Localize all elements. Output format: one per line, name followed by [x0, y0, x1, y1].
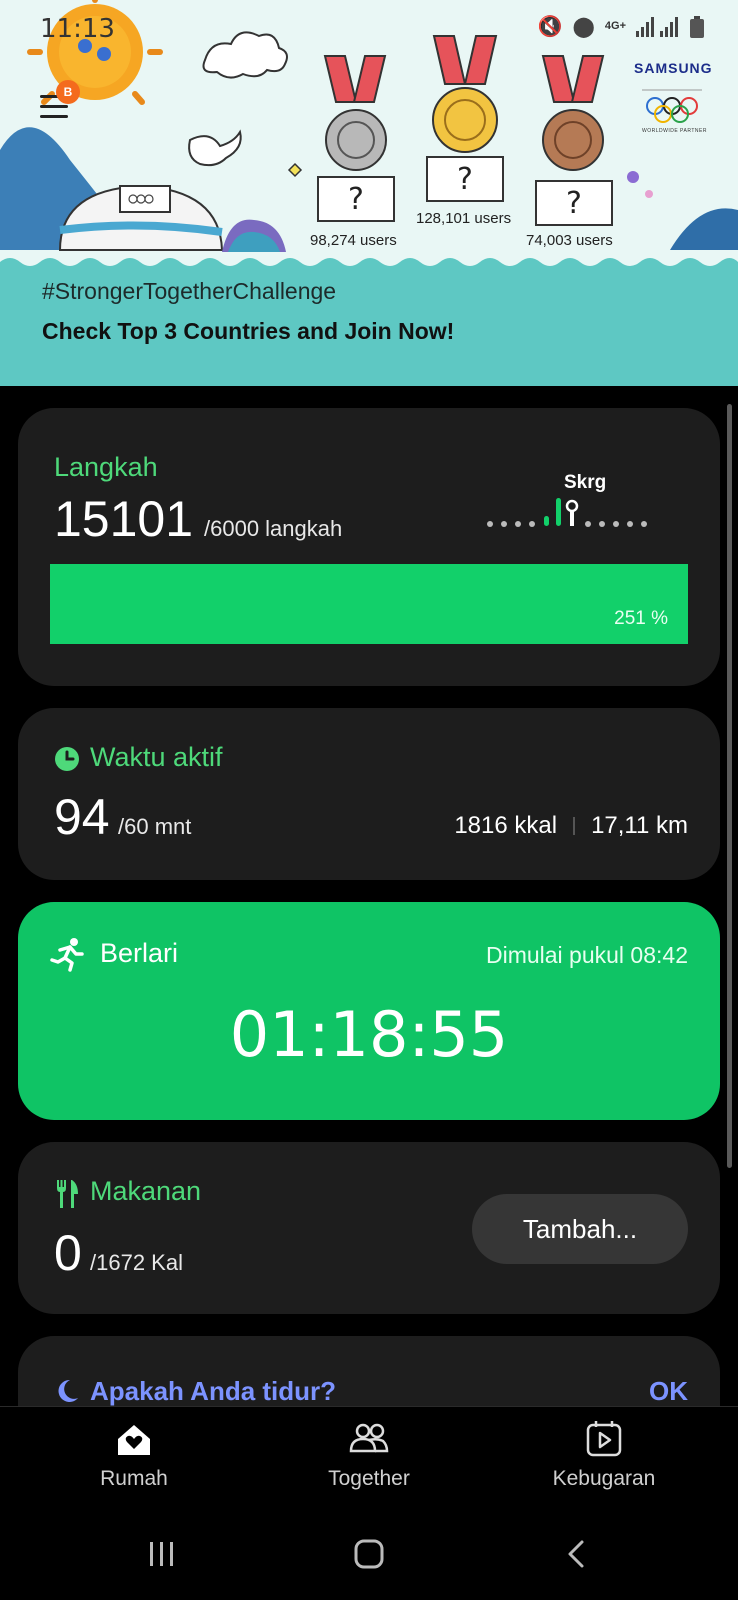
steps-value: 15101: [54, 491, 194, 547]
home-button-icon[interactable]: [339, 1534, 399, 1574]
nav-fitness-label: Kebugaran: [552, 1467, 656, 1490]
medal-2-country-box: ?: [317, 176, 395, 222]
moon-icon: [58, 1379, 78, 1402]
partner-caption: WORLDWIDE PARTNER: [642, 128, 707, 134]
food-value: 0: [54, 1225, 82, 1281]
active-time-value: 94: [54, 789, 110, 845]
food-card[interactable]: Makanan 0 /1672 Kal Tambah...: [18, 1142, 720, 1314]
medal-2-users: 98,274 users: [310, 232, 397, 249]
medal-3-country-box: ?: [535, 180, 613, 226]
location-icon: ⬤: [572, 16, 595, 38]
active-time-title: Waktu aktif: [90, 742, 223, 772]
status-time: 11:13: [40, 14, 115, 44]
hamburger-line: [40, 105, 68, 108]
clock-icon: [55, 747, 79, 771]
steps-goal: /6000 langkah: [204, 516, 343, 541]
challenge-hashtag: #StrongerTogetherChallenge: [42, 278, 337, 304]
nav-home[interactable]: Rumah: [34, 1417, 234, 1491]
nav-together[interactable]: Together: [269, 1417, 469, 1491]
bottom-navigation: Rumah Together Kebugaran: [0, 1406, 738, 1512]
running-workout-card[interactable]: Berlari Dimulai pukul 08:42 01:18:55: [18, 902, 720, 1120]
medal-1-country-box: ?: [426, 156, 504, 202]
fork-knife-icon: [57, 1180, 78, 1208]
status-icons: 🔇 ⬤ 4G+: [538, 14, 704, 39]
steps-progress-percent: 251 %: [614, 608, 668, 629]
distance-covered: 17,11 km: [591, 812, 688, 839]
medal-1-users: 128,101 users: [416, 210, 512, 227]
sleep-ok-button[interactable]: OK: [649, 1376, 688, 1407]
nav-fitness[interactable]: Kebugaran: [504, 1417, 704, 1491]
sleep-question: Apakah Anda tidur?: [90, 1376, 337, 1406]
running-timer: 01:18:55: [229, 998, 509, 1071]
running-icon: [50, 938, 84, 972]
hamburger-line: [40, 115, 68, 118]
battery-icon: [690, 15, 704, 38]
nav-home-label: Rumah: [100, 1467, 168, 1490]
food-title: Makanan: [90, 1176, 202, 1206]
food-goal: /1672 Kal: [90, 1250, 183, 1275]
network-type-label: 4G+: [604, 20, 626, 32]
stat-divider: [573, 817, 576, 835]
hourly-steps-sparkline: [487, 498, 647, 527]
now-marker-label: Skrg: [564, 472, 607, 493]
nav-together-label: Together: [328, 1467, 410, 1490]
medal-3-users: 74,003 users: [526, 232, 613, 249]
people-icon: [349, 1423, 389, 1453]
active-time-goal: /60 mnt: [118, 814, 192, 839]
steps-progress-fill: [50, 564, 688, 644]
mute-icon: 🔇: [537, 16, 563, 38]
steps-card[interactable]: Langkah 15101 /6000 langkah Skrg 251 %: [18, 408, 720, 686]
notification-badge: B: [56, 80, 80, 104]
active-time-card[interactable]: Waktu aktif 94 /60 mnt 1816 kkal 17,11 k…: [18, 708, 720, 880]
active-stats: 1816 kkal 17,11 km: [454, 812, 688, 840]
steps-title: Langkah: [54, 452, 158, 482]
scrollbar[interactable]: [727, 404, 732, 1168]
home-heart-icon: [118, 1425, 150, 1455]
challenge-banner[interactable]: 11:13 🔇 ⬤ 4G+ B ? ? ? 98,274 users 128,1…: [0, 0, 738, 386]
samsung-logo: SAMSUNG: [634, 60, 713, 76]
system-navigation-bar: [0, 1512, 738, 1600]
challenge-headline: Check Top 3 Countries and Join Now!: [42, 318, 455, 344]
back-icon[interactable]: [546, 1534, 606, 1574]
running-start-time: Dimulai pukul 08:42: [485, 942, 688, 968]
add-food-button[interactable]: Tambah...: [472, 1194, 688, 1264]
signal-icon: [636, 16, 678, 37]
recent-apps-icon[interactable]: [132, 1534, 192, 1574]
calories-burned: 1816 kkal: [454, 812, 558, 839]
fitness-video-icon: [586, 1421, 622, 1457]
status-bar: 11:13 🔇 ⬤ 4G+: [0, 0, 738, 58]
running-title: Berlari: [100, 938, 179, 968]
